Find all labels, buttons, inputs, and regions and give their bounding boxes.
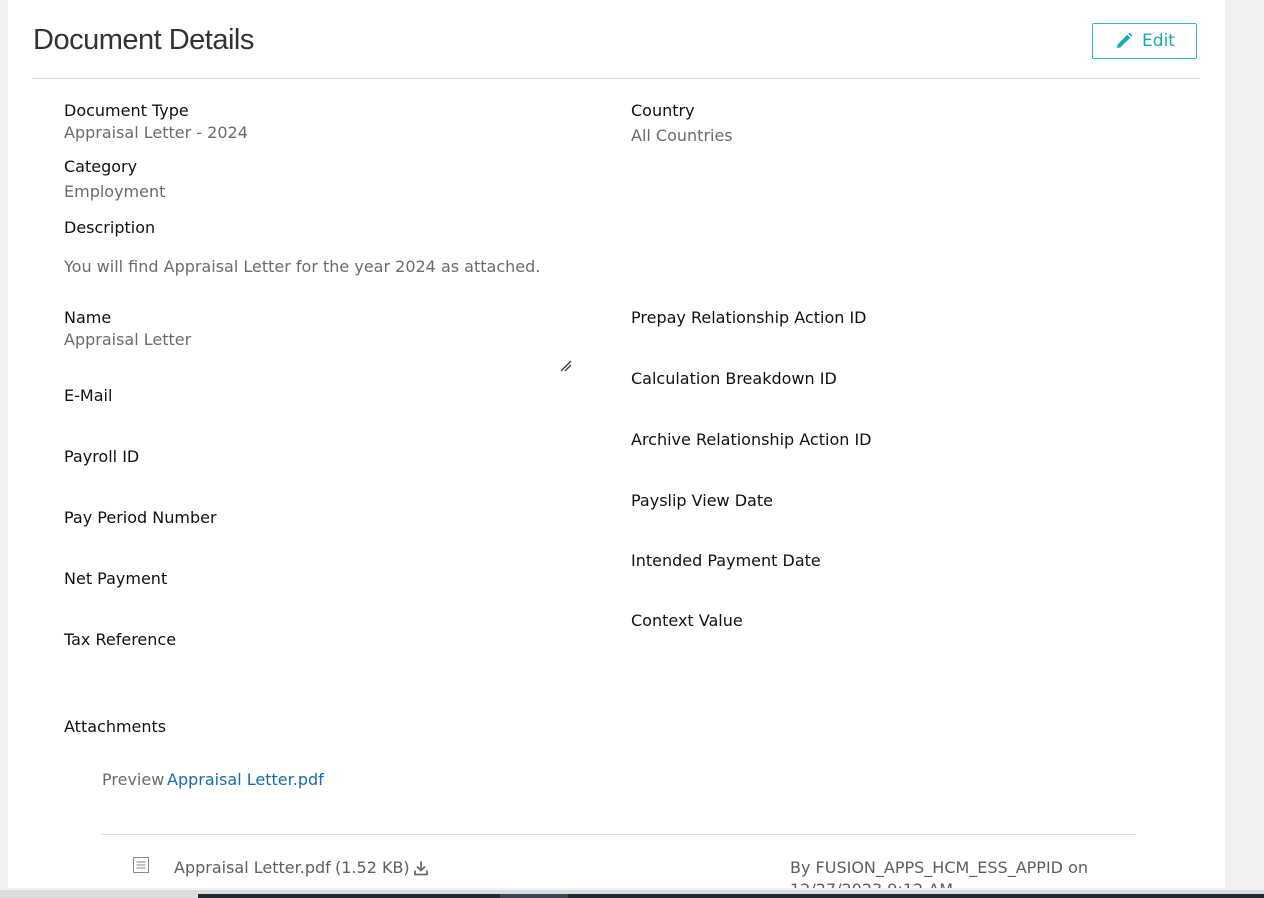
attachment-file-name[interactable]: Appraisal Letter.pdf: [174, 858, 331, 877]
header-divider: [32, 78, 1200, 79]
edit-button[interactable]: Edit: [1092, 23, 1197, 59]
document-details-panel: Document Details Edit Document Type Appr…: [8, 0, 1225, 888]
pay-period-number-label: Pay Period Number: [64, 508, 217, 527]
tax-reference-label: Tax Reference: [64, 630, 177, 649]
taskbar-strip: [198, 894, 1264, 898]
name-label: Name: [64, 308, 112, 327]
attachments-label: Attachments: [64, 717, 167, 736]
prepay-relationship-action-id-label: Prepay Relationship Action ID: [631, 308, 867, 327]
intended-payment-date-label: Intended Payment Date: [631, 551, 821, 570]
preview-attachment-link[interactable]: Appraisal Letter.pdf: [167, 770, 324, 789]
category-label: Category: [64, 157, 138, 176]
uploaded-by-text: By FUSION_APPS_HCM_ESS_APPID on: [790, 858, 1089, 877]
description-label: Description: [64, 218, 156, 237]
resize-handle-icon[interactable]: [559, 359, 573, 373]
taskbar-active-item[interactable]: [500, 894, 568, 898]
attachment-file-size: (1.52 KB): [335, 858, 410, 877]
pencil-icon: [1117, 32, 1133, 48]
category-value: Employment: [64, 182, 166, 201]
document-icon: [133, 857, 149, 873]
page-title: Document Details: [33, 24, 254, 56]
country-label: Country: [631, 101, 695, 120]
attachments-divider: [101, 834, 1136, 835]
uploaded-on-text: 12/27/2023 9:12 AM: [790, 880, 953, 888]
payslip-view-date-label: Payslip View Date: [631, 491, 773, 510]
preview-label: Preview: [102, 770, 165, 789]
archive-relationship-action-id-label: Archive Relationship Action ID: [631, 430, 872, 449]
name-value: Appraisal Letter: [64, 330, 192, 349]
download-icon[interactable]: [413, 860, 429, 876]
net-payment-label: Net Payment: [64, 569, 168, 588]
context-value-label: Context Value: [631, 611, 743, 630]
calculation-breakdown-id-label: Calculation Breakdown ID: [631, 369, 837, 388]
document-type-value: Appraisal Letter - 2024: [64, 123, 248, 142]
document-type-label: Document Type: [64, 101, 189, 120]
description-value: You will find Appraisal Letter for the y…: [64, 257, 541, 276]
edit-button-label: Edit: [1142, 31, 1175, 51]
country-value: All Countries: [631, 126, 733, 145]
payroll-id-label: Payroll ID: [64, 447, 140, 466]
email-label: E-Mail: [64, 386, 113, 405]
